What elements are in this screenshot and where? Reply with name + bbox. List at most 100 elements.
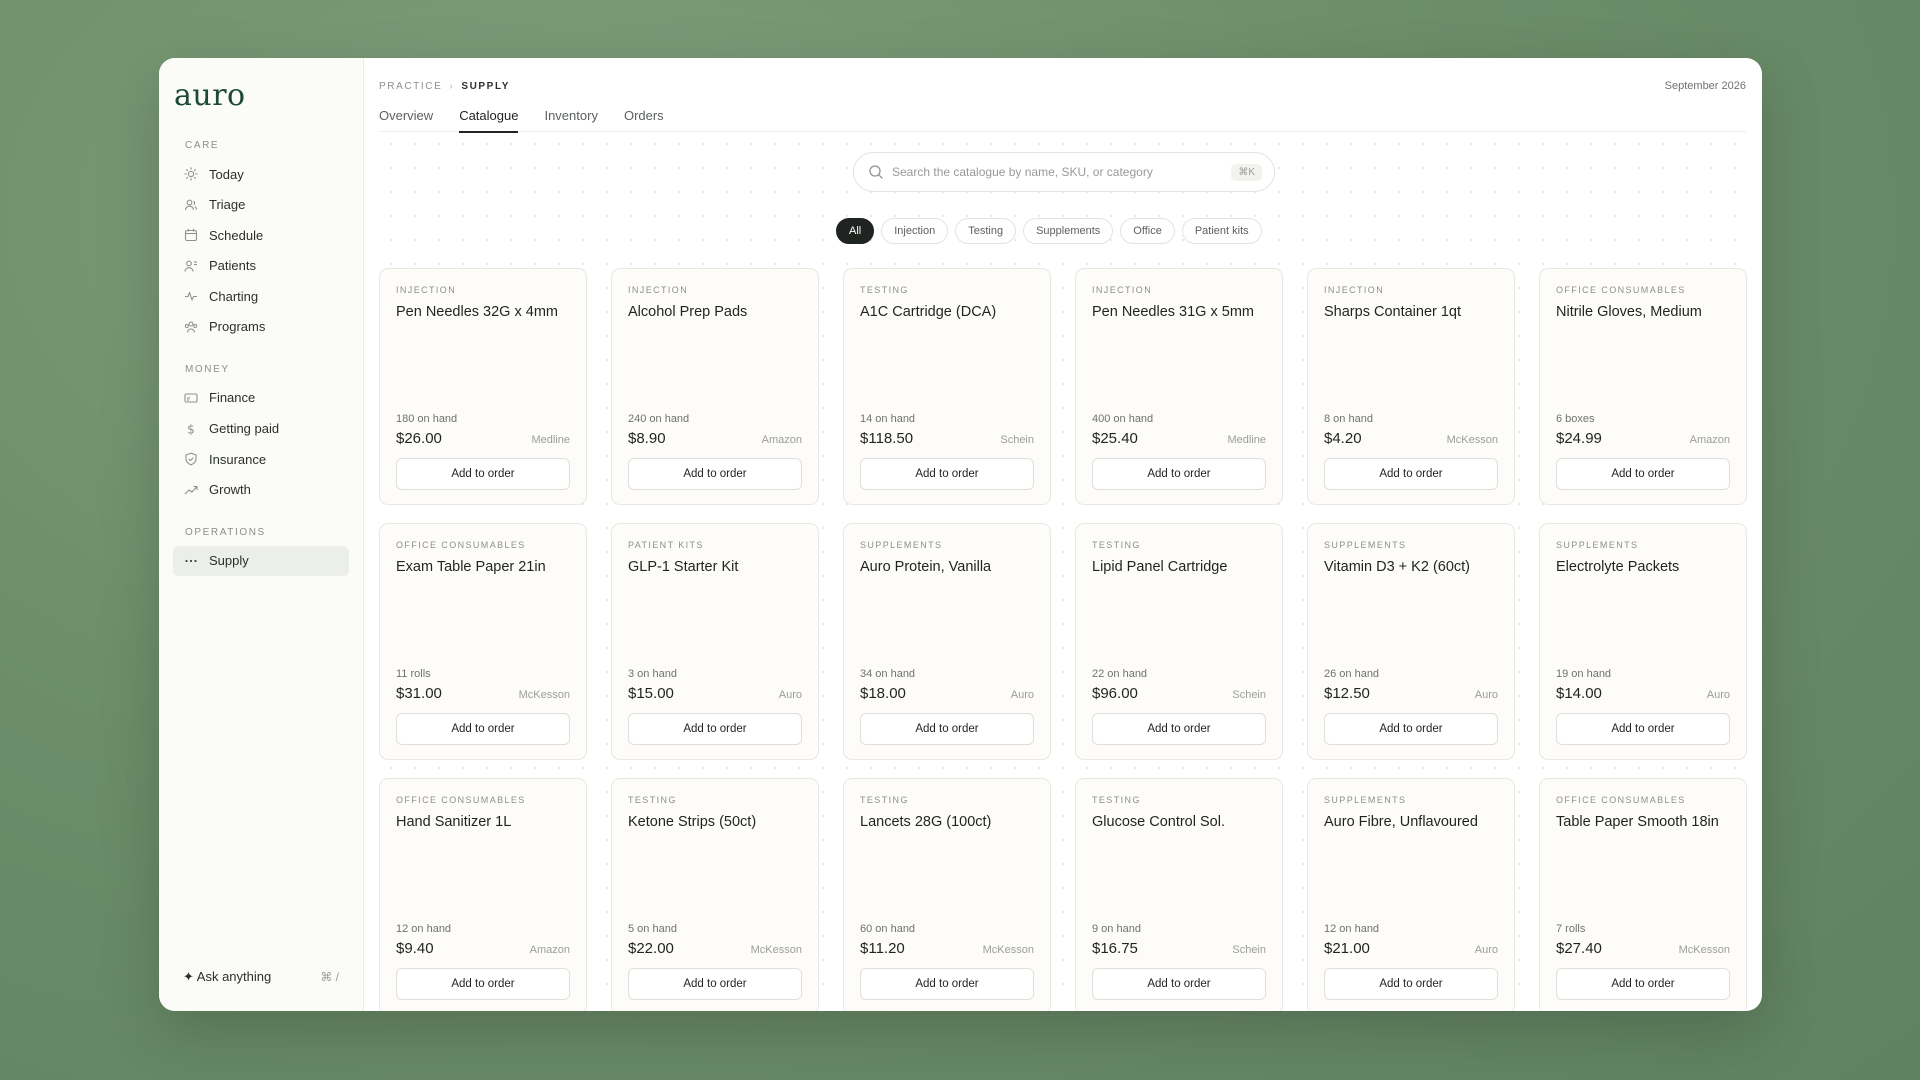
product-name: Lipid Panel Cartridge: [1092, 559, 1228, 575]
add-to-order-button[interactable]: Add to order: [1556, 713, 1730, 745]
product-stock: 5 on hand: [628, 923, 677, 935]
product-vendor: McKesson: [1678, 944, 1730, 956]
product-card: INJECTION Alcohol Prep Pads 240 on hand $8.…: [611, 268, 819, 505]
product-name: Exam Table Paper 21in: [396, 559, 546, 575]
add-to-order-button[interactable]: Add to order: [1556, 968, 1730, 1000]
filter-chip-testing[interactable]: Testing: [955, 218, 1017, 244]
product-category: OFFICE CONSUMABLES: [396, 795, 526, 805]
tab-inventory[interactable]: Inventory: [544, 98, 597, 132]
search-shortcut: ⌘K: [1231, 163, 1262, 181]
add-to-order-button[interactable]: Add to order: [1324, 713, 1498, 745]
add-to-order-button[interactable]: Add to order: [1324, 968, 1498, 1000]
product-card: OFFICE CONSUMABLES Nitrile Gloves, Medium…: [1539, 268, 1747, 505]
product-price: $21.00: [1324, 940, 1370, 957]
ask-anything-button[interactable]: ✦ Ask anything ⌘ /: [183, 969, 339, 985]
sidebar-item-getting-paid[interactable]: $ Getting paid: [173, 414, 349, 444]
sidebar-item-charting[interactable]: Charting: [173, 281, 349, 311]
filter-chip-office[interactable]: Office: [1120, 218, 1175, 244]
sidebar-item-growth[interactable]: Growth: [173, 475, 349, 505]
product-category: TESTING: [860, 285, 909, 295]
nav-section-operations: OPERATIONS Supply: [173, 527, 349, 576]
tab-orders[interactable]: Orders: [624, 98, 664, 132]
sidebar-item-patients[interactable]: Patients: [173, 251, 349, 281]
sidebar-item-label: Getting paid: [209, 421, 280, 437]
ask-shortcut: ⌘ /: [320, 970, 339, 984]
product-name: Auro Fibre, Unflavoured: [1324, 814, 1478, 830]
main-content: PRACTICE › SUPPLY September 2026 Overvie…: [364, 58, 1762, 1011]
add-to-order-button[interactable]: Add to order: [1092, 968, 1266, 1000]
breadcrumb-practice[interactable]: PRACTICE: [379, 81, 442, 92]
product-stock: 12 on hand: [1324, 923, 1380, 935]
brand-logo[interactable]: auro: [174, 78, 349, 118]
tab-catalogue[interactable]: Catalogue: [459, 98, 519, 133]
add-to-order-button[interactable]: Add to order: [1092, 713, 1266, 745]
product-stock: 7 rolls: [1556, 923, 1586, 935]
filter-chip-supplements[interactable]: Supplements: [1023, 218, 1114, 244]
search-input[interactable]: Search the catalogue by name, SKU, or ca…: [853, 152, 1275, 192]
product-name: Lancets 28G (100ct): [860, 814, 992, 830]
filter-chip-injection[interactable]: Injection: [881, 218, 949, 244]
product-price: $9.40: [396, 940, 434, 957]
product-name: Sharps Container 1qt: [1324, 304, 1462, 320]
trend-icon: [183, 482, 199, 498]
product-category: INJECTION: [1092, 285, 1153, 295]
sidebar-item-label: Finance: [209, 390, 256, 406]
product-category: SUPPLEMENTS: [860, 540, 943, 550]
product-vendor: McKesson: [982, 944, 1034, 956]
product-stock: 22 on hand: [1092, 668, 1148, 680]
filter-chip-all[interactable]: All: [836, 218, 875, 244]
sidebar-item-insurance[interactable]: Insurance: [173, 444, 349, 474]
product-card: TESTING Ketone Strips (50ct) 5 on hand $22.…: [611, 778, 819, 1011]
sidebar-item-programs[interactable]: Programs: [173, 312, 349, 342]
add-to-order-button[interactable]: Add to order: [628, 713, 802, 745]
product-stock: 180 on hand: [396, 413, 458, 425]
sun-icon: [183, 166, 199, 182]
sidebar-item-schedule[interactable]: Schedule: [173, 220, 349, 250]
dots-icon: [183, 553, 199, 569]
sidebar-item-label: Supply: [209, 553, 249, 569]
add-to-order-button[interactable]: Add to order: [860, 713, 1034, 745]
product-stock: 240 on hand: [628, 413, 690, 425]
add-to-order-button[interactable]: Add to order: [1092, 458, 1266, 490]
add-to-order-button[interactable]: Add to order: [1556, 458, 1730, 490]
product-price: $4.20: [1324, 430, 1362, 447]
product-card: PATIENT KITS GLP-1 Starter Kit 3 on hand $1…: [611, 523, 819, 760]
product-price: $22.00: [628, 940, 674, 957]
product-vendor: Auro: [1010, 689, 1034, 701]
sidebar-item-label: Today: [209, 166, 244, 182]
search-icon: [868, 164, 884, 180]
add-to-order-button[interactable]: Add to order: [396, 713, 570, 745]
product-price: $31.00: [396, 685, 442, 702]
product-vendor: Amazon: [529, 944, 570, 956]
sidebar-item-triage[interactable]: Triage: [173, 190, 349, 220]
product-price: $96.00: [1092, 685, 1138, 702]
product-price: $18.00: [860, 685, 906, 702]
add-to-order-button[interactable]: Add to order: [396, 458, 570, 490]
add-to-order-button[interactable]: Add to order: [860, 968, 1034, 1000]
product-vendor: Auro: [1706, 689, 1730, 701]
product-name: Pen Needles 31G x 5mm: [1092, 304, 1254, 320]
product-vendor: Medline: [1227, 434, 1266, 446]
svg-text:$: $: [187, 422, 195, 436]
product-category: INJECTION: [396, 285, 457, 295]
sidebar-item-finance[interactable]: Finance: [173, 383, 349, 413]
sidebar-item-today[interactable]: Today: [173, 159, 349, 189]
tab-overview[interactable]: Overview: [379, 98, 433, 132]
product-stock: 19 on hand: [1556, 668, 1612, 680]
product-category: SUPPLEMENTS: [1324, 795, 1407, 805]
add-to-order-button[interactable]: Add to order: [628, 968, 802, 1000]
sidebar-item-supply[interactable]: Supply: [173, 545, 349, 576]
product-vendor: McKesson: [518, 689, 570, 701]
product-name: Alcohol Prep Pads: [628, 304, 748, 320]
add-to-order-button[interactable]: Add to order: [628, 458, 802, 490]
product-card: INJECTION Pen Needles 32G x 4mm 180 on han…: [379, 268, 587, 505]
add-to-order-button[interactable]: Add to order: [396, 968, 570, 1000]
product-card: TESTING A1C Cartridge (DCA) 14 on hand $118…: [843, 268, 1051, 505]
product-stock: 9 on hand: [1092, 923, 1141, 935]
dollar-icon: $: [183, 421, 199, 437]
add-to-order-button[interactable]: Add to order: [1324, 458, 1498, 490]
product-vendor: McKesson: [1446, 434, 1498, 446]
filter-chip-patient-kits[interactable]: Patient kits: [1181, 218, 1262, 244]
add-to-order-button[interactable]: Add to order: [860, 458, 1034, 490]
product-stock: 12 on hand: [396, 923, 452, 935]
